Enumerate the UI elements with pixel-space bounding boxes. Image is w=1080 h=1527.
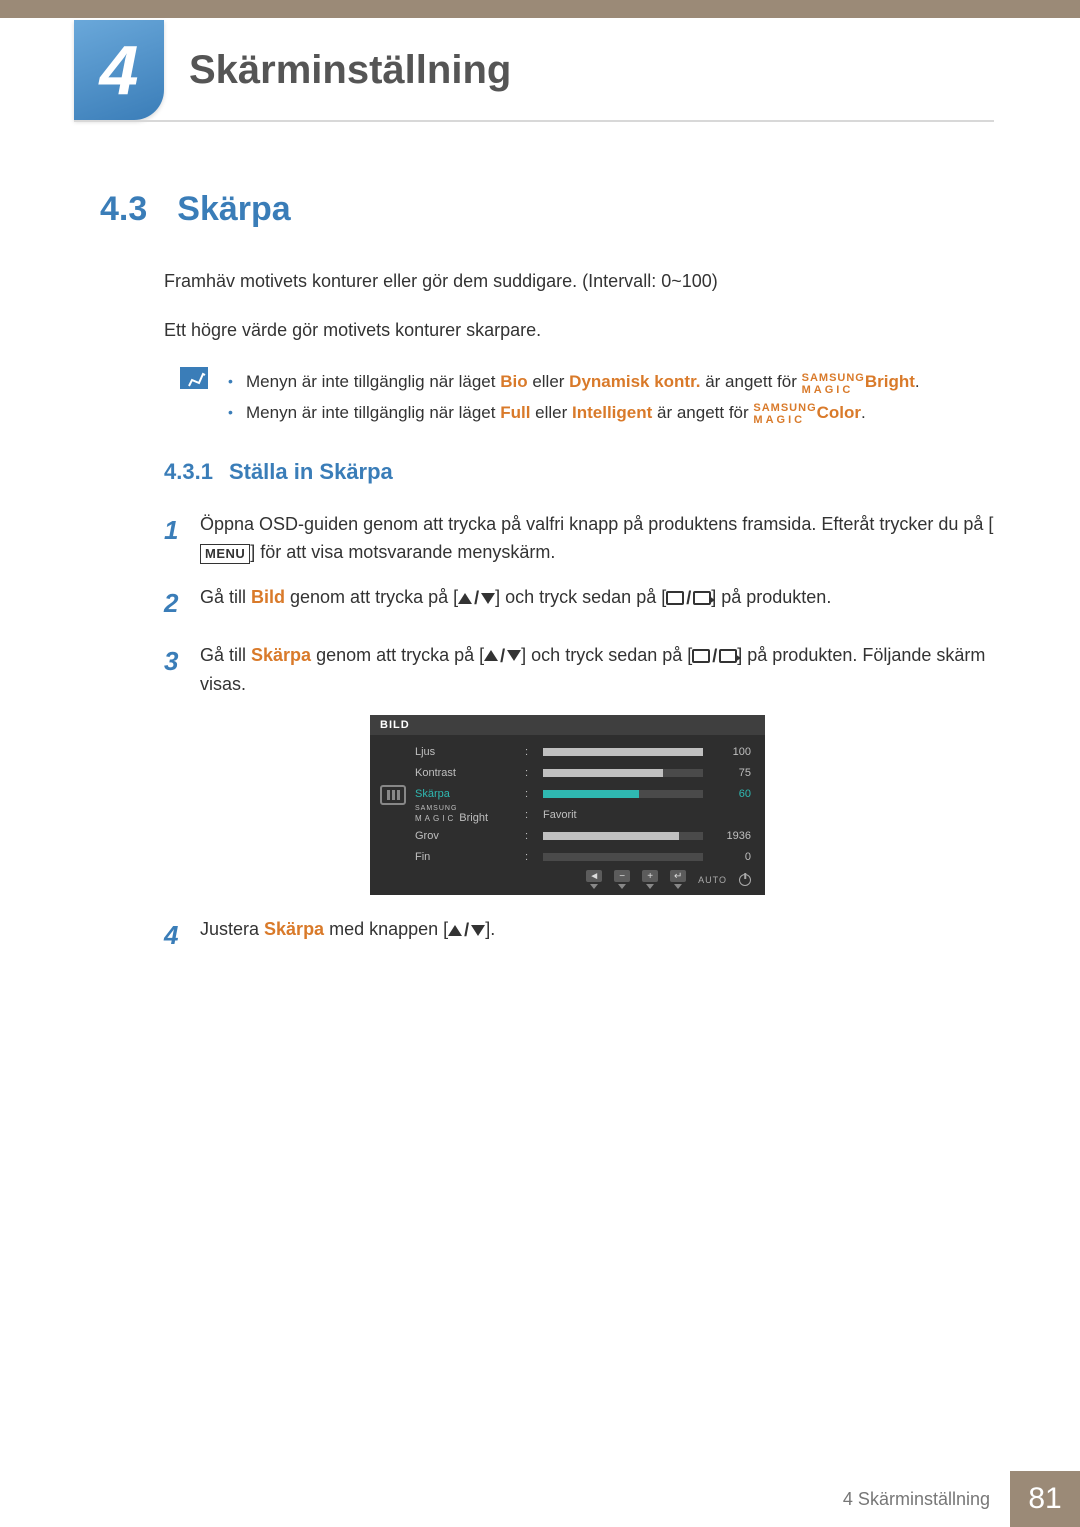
intro-paragraph-1: Framhäv motivets konturer eller gör dem …: [164, 269, 995, 294]
osd-minus-icon: −: [614, 870, 630, 882]
step-number: 2: [164, 583, 200, 625]
osd-row-coarse: Grov: 1936: [415, 825, 751, 846]
footer-chapter-label: 4 Skärminställning: [843, 1471, 1010, 1527]
page-footer: 4 Skärminställning 81: [0, 1471, 1080, 1527]
subsection-number: 4.3.1: [164, 459, 213, 485]
osd-row-fine: Fin: 0: [415, 846, 751, 867]
osd-row-sharpness: Skärpa: 60: [415, 783, 751, 804]
osd-footer-controls: ◄ − + ↵ AUTO: [586, 870, 751, 889]
osd-screenshot: BILD Ljus: 100 Kontrast: 75 Skärpa: 60 S…: [370, 715, 765, 895]
intro-paragraph-2: Ett högre värde gör motivets konturer sk…: [164, 318, 995, 343]
step-number: 4: [164, 915, 200, 957]
osd-row-brightness: Ljus: 100: [415, 741, 751, 762]
select-button-icon: /: [666, 584, 711, 613]
osd-auto-label: AUTO: [698, 875, 727, 885]
chapter-header: 4 Skärminställning: [74, 20, 511, 120]
top-brown-bar: [0, 0, 1080, 18]
step-body: Gå till Bild genom att trycka på [/] och…: [200, 583, 995, 625]
section-heading: 4.3 Skärpa: [100, 190, 995, 229]
note-list: Menyn är inte tillgänglig när läget Bio …: [228, 367, 920, 428]
step-3: 3 Gå till Skärpa genom att trycka på [/]…: [164, 641, 995, 699]
page-content: 4.3 Skärpa Framhäv motivets konturer ell…: [100, 190, 995, 973]
note-item-2: Menyn är inte tillgänglig när läget Full…: [228, 398, 920, 429]
step-4: 4 Justera Skärpa med knappen [/].: [164, 915, 995, 957]
chapter-number-tab: 4: [74, 20, 164, 120]
page-number: 81: [1010, 1471, 1080, 1527]
osd-title: BILD: [370, 715, 765, 735]
osd-back-icon: ◄: [586, 870, 602, 882]
osd-row-magicbright: SAMSUNGMAGIC Bright: Favorit: [415, 804, 751, 825]
osd-power-icon: [739, 874, 751, 886]
menu-button-label: MENU: [200, 544, 250, 564]
step-number: 3: [164, 641, 200, 699]
step-number: 1: [164, 510, 200, 568]
osd-category-icon: [380, 785, 406, 805]
header-rule: [74, 120, 994, 122]
step-body: Justera Skärpa med knappen [/].: [200, 915, 995, 957]
osd-plus-icon: +: [642, 870, 658, 882]
step-2: 2 Gå till Bild genom att trycka på [/] o…: [164, 583, 995, 625]
step-1: 1 Öppna OSD-guiden genom att trycka på v…: [164, 510, 995, 568]
chapter-number: 4: [100, 30, 139, 110]
section-title: Skärpa: [177, 190, 290, 229]
step-body: Öppna OSD-guiden genom att trycka på val…: [200, 510, 995, 568]
chapter-title: Skärminställning: [189, 48, 511, 93]
up-down-arrows-icon: /: [458, 584, 495, 613]
section-number: 4.3: [100, 190, 147, 229]
subsection-title: Ställa in Skärpa: [229, 459, 393, 485]
step-body: Gå till Skärpa genom att trycka på [/] o…: [200, 641, 995, 699]
up-down-arrows-icon: /: [484, 642, 521, 671]
note-icon: [180, 367, 208, 389]
note-block: Menyn är inte tillgänglig när läget Bio …: [180, 367, 995, 428]
up-down-arrows-icon: /: [448, 916, 485, 945]
select-button-icon: /: [692, 642, 737, 671]
subsection-heading: 4.3.1 Ställa in Skärpa: [164, 459, 995, 485]
osd-enter-icon: ↵: [670, 870, 686, 882]
osd-row-contrast: Kontrast: 75: [415, 762, 751, 783]
note-item-1: Menyn är inte tillgänglig när läget Bio …: [228, 367, 920, 398]
